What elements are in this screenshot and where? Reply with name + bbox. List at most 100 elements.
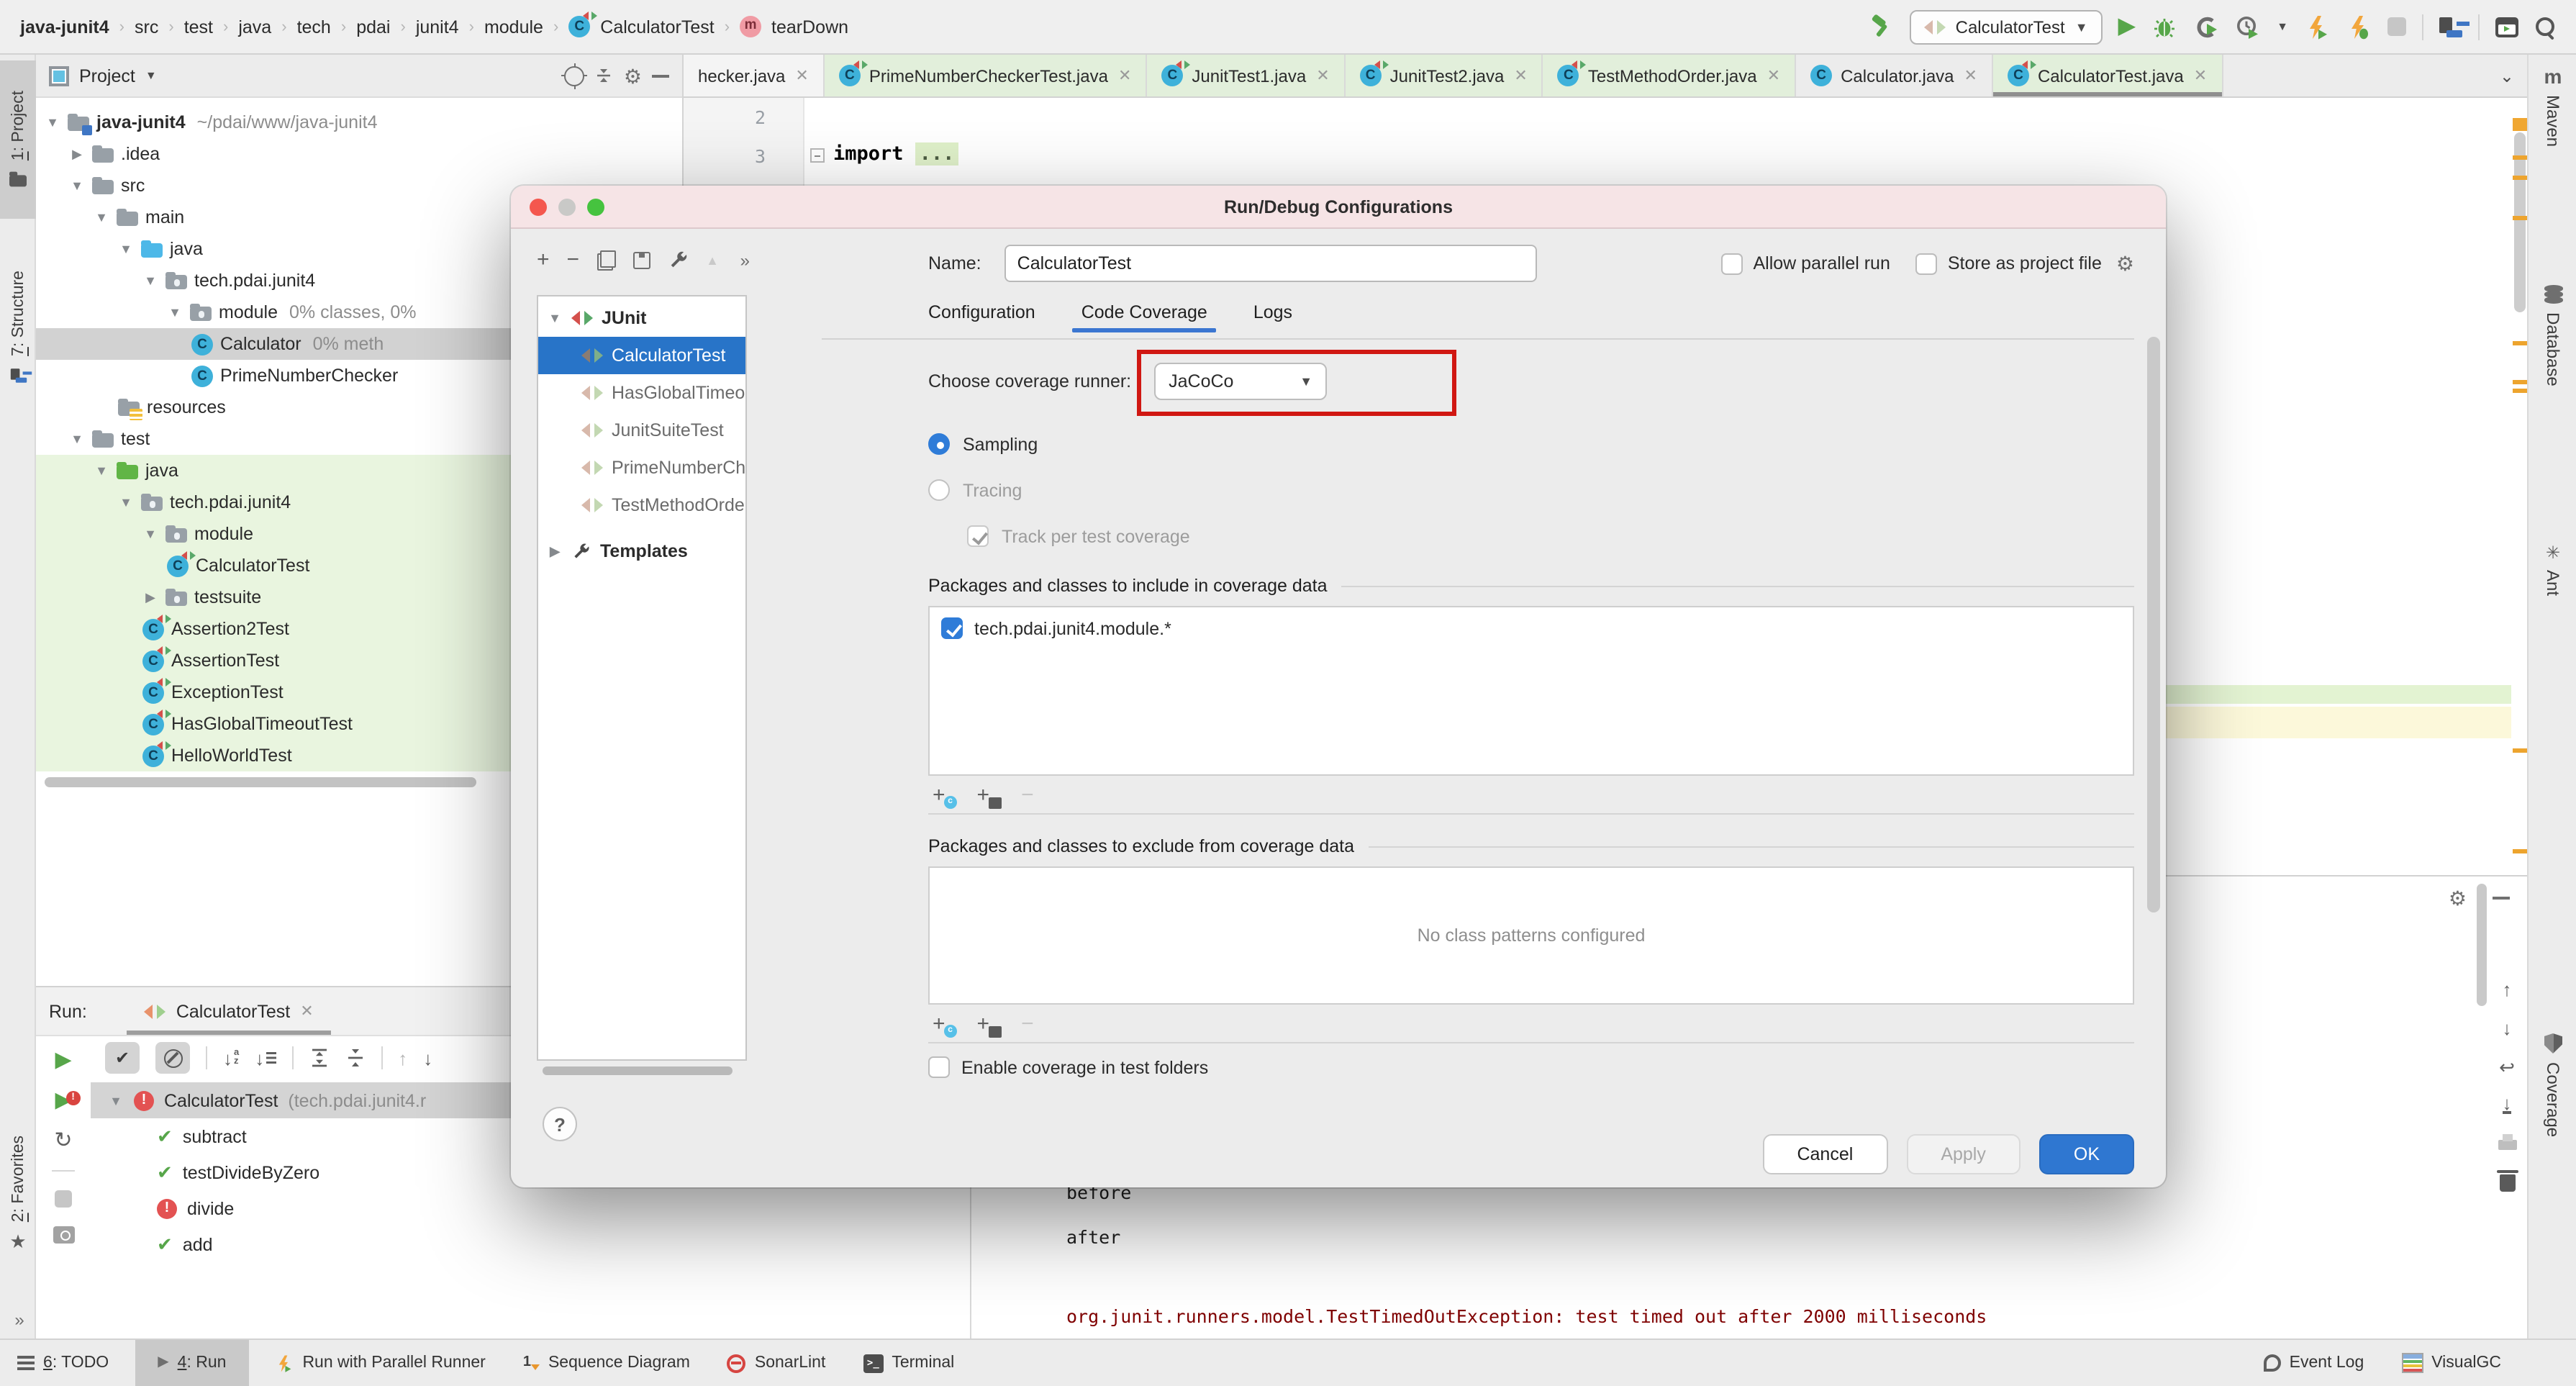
save-configuration-icon[interactable] (632, 251, 650, 268)
breadcrumb-test[interactable]: test (184, 17, 213, 37)
profiler-dropdown-icon[interactable]: ▼ (2277, 20, 2288, 33)
breadcrumb-module[interactable]: module (484, 17, 543, 37)
pattern-checkbox[interactable] (941, 617, 963, 639)
sidebar-tab-project[interactable]: 1: Project (0, 60, 36, 219)
soft-wrap-icon[interactable]: ↩ (2499, 1058, 2515, 1077)
breadcrumb-pdai[interactable]: pdai (356, 17, 390, 37)
sidebar-tab-favorites[interactable]: 2: Favorites ★ (0, 1108, 36, 1281)
collapse-all-icon[interactable] (345, 1048, 365, 1068)
statusbar-visualgc[interactable]: VisualGC (2401, 1353, 2501, 1373)
store-as-project-file-checkbox[interactable]: Store as project file (1916, 253, 2102, 274)
chevron-down-icon[interactable]: ▼ (167, 305, 183, 320)
close-icon[interactable]: ✕ (795, 66, 808, 85)
tree-item-project-root[interactable]: ▼java-junit4~/pdai/www/java-junit4 (36, 107, 682, 138)
close-icon[interactable]: ✕ (1514, 66, 1527, 85)
horizontal-scrollbar[interactable] (45, 777, 476, 787)
chevron-down-icon[interactable]: ▼ (94, 210, 109, 225)
hide-panel-icon[interactable] (652, 74, 669, 77)
rerun-failed-tests-button[interactable]: ▶! (55, 1090, 71, 1111)
add-package-icon[interactable]: + (977, 784, 999, 805)
project-view-title[interactable]: Project (79, 65, 135, 86)
close-icon[interactable]: ✕ (1964, 66, 1977, 85)
sampling-radio[interactable]: Sampling (928, 426, 2134, 462)
chevron-down-icon[interactable]: ▼ (118, 495, 134, 509)
coverage-runner-select[interactable]: JaCoCo ▼ (1154, 363, 1327, 400)
add-class-icon[interactable]: +c (933, 784, 954, 805)
config-tree-junit[interactable]: ▼JUnit (538, 299, 745, 337)
editor-tab[interactable]: JunitTest2.java✕ (1346, 55, 1543, 96)
dialog-titlebar[interactable]: Run/Debug Configurations (511, 186, 2166, 229)
run-tab[interactable]: CalculatorTest ✕ (127, 987, 331, 1035)
chevron-down-icon[interactable]: ▼ (94, 463, 109, 478)
edit-templates-wrench-icon[interactable] (667, 249, 689, 271)
stripe-more-button[interactable]: » (0, 1310, 36, 1330)
store-settings-gear-icon[interactable]: ⚙ (2116, 253, 2134, 273)
add-configuration-icon[interactable]: + (537, 249, 550, 271)
statusbar-todo[interactable]: 6: TODO (17, 1354, 109, 1372)
chevron-right-icon[interactable]: ▶ (69, 146, 85, 162)
next-occurrence-icon[interactable]: ↓ (423, 1048, 432, 1067)
chevron-right-icon[interactable]: ▶ (547, 543, 563, 559)
run-configuration-select[interactable]: CalculatorTest ▼ (1910, 9, 2103, 44)
close-icon[interactable]: ✕ (1118, 66, 1131, 85)
tree-item-idea[interactable]: ▶.idea (36, 138, 682, 170)
editor-tab-active[interactable]: CalculatorTest.java✕ (1993, 55, 2223, 96)
add-class-icon[interactable]: +c (933, 1013, 954, 1034)
search-everywhere-icon[interactable] (2534, 16, 2556, 37)
breadcrumb-java[interactable]: java (238, 17, 271, 37)
profiler-button[interactable] (2235, 14, 2261, 40)
console-scrollbar-thumb[interactable] (2477, 884, 2487, 1006)
tab-configuration[interactable]: Configuration (928, 302, 1035, 322)
copy-configuration-icon[interactable] (597, 250, 615, 270)
tab-logs[interactable]: Logs (1253, 302, 1292, 322)
more-actions-icon[interactable]: » (740, 250, 747, 270)
hide-panel-icon[interactable] (2493, 897, 2510, 900)
close-icon[interactable]: ✕ (2194, 66, 2207, 85)
scroll-to-end-icon[interactable]: ↓ (2503, 1097, 2512, 1114)
sidebar-tab-structure[interactable]: 7: Structure (0, 242, 36, 415)
tool-windows-icon[interactable] (2439, 17, 2462, 37)
fold-toggle-icon[interactable] (810, 148, 825, 163)
remove-configuration-icon[interactable]: − (567, 249, 580, 271)
tracing-radio[interactable]: Tracing (928, 472, 2134, 508)
sidebar-tab-maven[interactable]: m Maven (2529, 66, 2576, 147)
breadcrumb-class[interactable]: CalculatorTest (600, 17, 714, 37)
debug-button[interactable] (2151, 14, 2177, 40)
minimize-window-button[interactable] (558, 199, 576, 216)
config-tree-templates[interactable]: ▶Templates (538, 533, 745, 570)
chevron-down-icon[interactable]: ▼ (69, 178, 85, 193)
gear-icon[interactable]: ⚙ (2449, 888, 2467, 908)
expand-all-icon[interactable] (309, 1048, 329, 1068)
add-package-icon[interactable]: + (977, 1013, 999, 1034)
chevron-down-icon[interactable]: ▼ (118, 242, 134, 256)
down-arrow-icon[interactable]: ↓ (2503, 1019, 2512, 1038)
build-hammer-icon[interactable] (1868, 14, 1894, 40)
breadcrumb-tech[interactable]: tech (297, 17, 331, 37)
test-row-add[interactable]: ✔add (91, 1226, 970, 1262)
hidden-tabs-icon[interactable]: ⌄ (2487, 55, 2527, 96)
sidebar-tab-ant[interactable]: ✳ Ant (2529, 544, 2576, 596)
config-tree-testmethodorder[interactable]: TestMethodOrder (538, 486, 745, 524)
close-icon[interactable]: ✕ (300, 1002, 313, 1020)
statusbar-run[interactable]: ▶4: Run (135, 1339, 249, 1386)
up-arrow-icon[interactable]: ↑ (2503, 980, 2512, 999)
previous-occurrence-icon[interactable]: ↑ (398, 1048, 407, 1067)
statusbar-sonarlint[interactable]: SonarLint (727, 1354, 825, 1372)
folded-imports[interactable]: ... (915, 142, 959, 166)
chevron-down-icon[interactable]: ▼ (69, 432, 85, 446)
config-tree-primenumbercheckertest[interactable]: PrimeNumberCheckerTe (538, 449, 745, 486)
test-row-divide[interactable]: !divide (91, 1190, 970, 1226)
include-pattern-row[interactable]: tech.pdai.junit4.module.* (930, 607, 2133, 649)
chevron-down-icon[interactable]: ▼ (45, 115, 60, 130)
config-tree-junitsuitetest[interactable]: JunitSuiteTest (538, 412, 745, 449)
sidebar-tab-database[interactable]: Database (2529, 285, 2576, 386)
rerun-button[interactable]: ▶ (55, 1049, 71, 1071)
chevron-down-icon[interactable]: ▼ (145, 69, 157, 82)
config-tree-hasglobaltimeouttest[interactable]: HasGlobalTimeoutTest (538, 374, 745, 412)
run-anything-icon[interactable] (2495, 17, 2518, 37)
sidebar-tab-coverage[interactable]: Coverage (2529, 1033, 2576, 1137)
show-passed-toggle[interactable]: ✔ (105, 1042, 140, 1074)
statusbar-parallel-runner[interactable]: Run with Parallel Runner (275, 1352, 485, 1374)
exclude-patterns-list[interactable]: No class patterns configured (928, 866, 2134, 1005)
editor-tab[interactable]: hecker.java✕ (684, 55, 825, 96)
